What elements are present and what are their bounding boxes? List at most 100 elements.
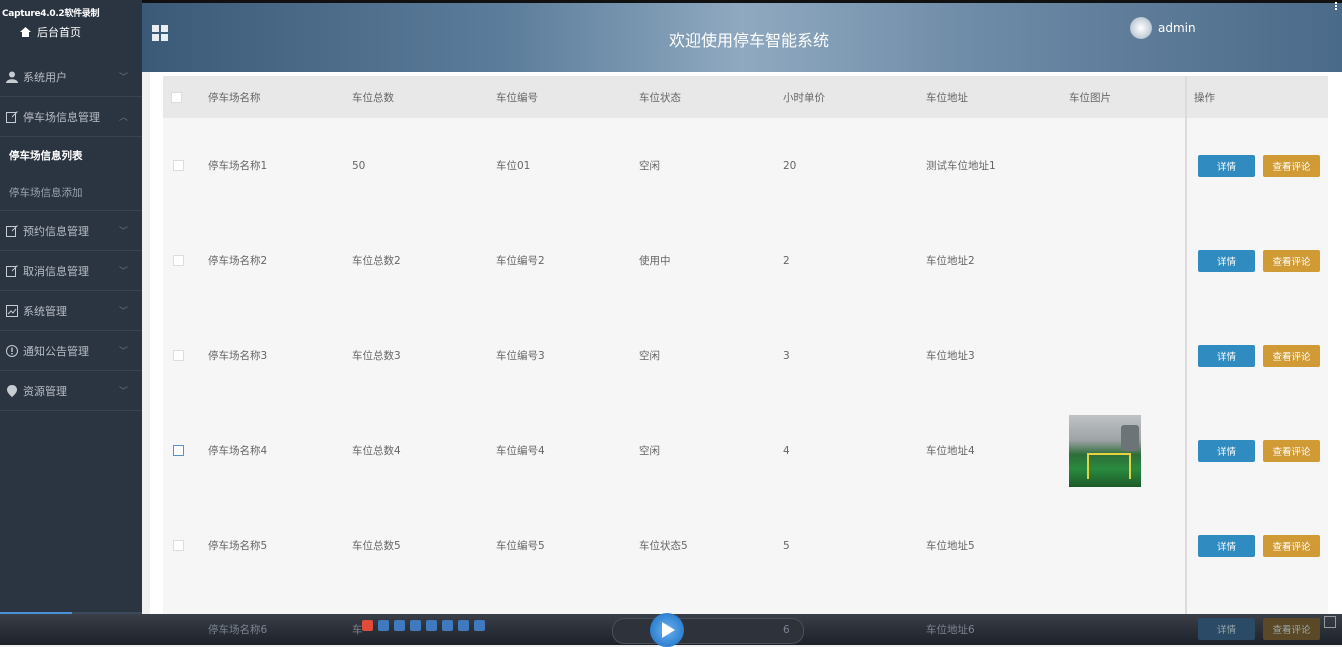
dot-icon[interactable]	[394, 620, 405, 631]
table-row: 停车场名称4 车位总数4 车位编号4 空闲 4 车位地址4 详情 查看评论	[163, 403, 1328, 499]
column-header: 车位编号	[496, 91, 538, 104]
sidebar-home-link[interactable]: 后台首页	[20, 24, 81, 40]
parking-photo[interactable]	[1069, 414, 1141, 487]
view-comments-button[interactable]: 查看评论	[1263, 154, 1320, 177]
view-comments-button[interactable]: 查看评论	[1263, 534, 1320, 557]
sidebar-menu: 系统用户 ﹀ 停车场信息管理 ︿ 停车场信息列表 停车场信息添加 预约信息管理 …	[0, 57, 142, 411]
view-comments-button[interactable]: 查看评论	[1263, 344, 1320, 367]
sidebar-item-cancellation[interactable]: 取消信息管理 ﹀	[0, 251, 142, 291]
record-icon[interactable]	[362, 620, 373, 631]
main-content: 停车场名称 车位总数 车位编号 车位状态 小时单价 车位地址 车位图片 操作 停…	[150, 72, 1342, 645]
gear-icon[interactable]	[474, 620, 485, 631]
table-header: 停车场名称 车位总数 车位编号 车位状态 小时单价 车位地址 车位图片 操作	[163, 76, 1328, 119]
user-menu[interactable]: admin	[1130, 17, 1196, 39]
cell-number: 车位编号3	[496, 350, 545, 362]
chevron-up-icon: ︿	[118, 113, 128, 123]
tool-icon[interactable]	[458, 620, 469, 631]
chevron-down-icon: ﹀	[118, 227, 128, 237]
table-row: 停车场名称3 车位总数3 车位编号3 空闲 3 车位地址3 详情 查看评论	[163, 308, 1328, 404]
detail-button[interactable]: 详情	[1198, 534, 1255, 557]
edit-icon	[6, 110, 18, 123]
chevron-down-icon: ﹀	[118, 73, 128, 83]
sidebar-item-label: 预约信息管理	[23, 224, 89, 238]
sidebar-item-system-management[interactable]: 系统管理 ﹀	[0, 291, 142, 331]
sidebar-item-system-users[interactable]: 系统用户 ﹀	[0, 57, 142, 97]
cell-price: 4	[783, 444, 790, 457]
cell-status: 使用中	[639, 255, 671, 267]
keyboard-icon[interactable]	[410, 620, 421, 631]
detail-button[interactable]: 详情	[1198, 344, 1255, 367]
resize-icon[interactable]	[1324, 616, 1336, 628]
sidebar-item-parking-info[interactable]: 停车场信息管理 ︿	[0, 97, 142, 137]
cell-price: 2	[783, 254, 790, 267]
language-icon[interactable]	[378, 620, 389, 631]
top-header: 欢迎使用停车智能系统 admin	[142, 0, 1342, 72]
cell-status: 空闲	[639, 160, 660, 172]
cell-total: 车位总数2	[352, 255, 401, 267]
row-checkbox[interactable]	[173, 350, 184, 361]
cell-number: 车位编号5	[496, 540, 545, 552]
sidebar-item-reservation[interactable]: 预约信息管理 ﹀	[0, 211, 142, 251]
play-button[interactable]	[650, 613, 684, 647]
cell-address: 车位地址4	[926, 445, 975, 457]
column-header: 操作	[1194, 91, 1215, 104]
cell-total: 车位总数4	[352, 445, 401, 457]
sidebar-item-label: 资源管理	[23, 384, 67, 398]
cell-name: 停车场名称5	[208, 540, 268, 552]
cell-number: 车位01	[496, 160, 531, 172]
recorder-tools	[362, 620, 485, 631]
row-checkbox[interactable]	[173, 160, 184, 171]
shirt-icon[interactable]	[426, 620, 437, 631]
sidebar-item-label: 停车场信息管理	[23, 110, 100, 124]
cell-address: 车位地址3	[926, 350, 975, 362]
sidebar-subitem-parking-list[interactable]: 停车场信息列表	[0, 137, 142, 174]
cell-number: 车位编号4	[496, 445, 545, 457]
sidebar: Capture4.0.2软件录制 后台首页 系统用户 ﹀ 停车场信息管理 ︿ 停…	[0, 0, 142, 645]
edit-icon	[6, 224, 18, 237]
column-header: 车位图片	[1069, 91, 1111, 104]
detail-button[interactable]: 详情	[1198, 249, 1255, 272]
view-comments-button[interactable]: 查看评论	[1263, 439, 1320, 462]
chevron-down-icon: ﹀	[118, 307, 128, 317]
row-checkbox[interactable]	[173, 255, 184, 266]
cell-status: 车位状态5	[639, 540, 688, 552]
view-comments-button[interactable]: 查看评论	[1263, 249, 1320, 272]
more-vertical-icon[interactable]	[1335, 2, 1340, 10]
sidebar-item-label: 取消信息管理	[23, 264, 89, 278]
settings-icon[interactable]	[442, 620, 453, 631]
partial-row-price: 6	[783, 623, 790, 636]
select-all-checkbox[interactable]	[171, 91, 182, 103]
table-row: 停车场名称2 车位总数2 车位编号2 使用中 2 车位地址2 详情 查看评论	[163, 213, 1328, 309]
row-checkbox[interactable]	[173, 540, 184, 551]
sidebar-subitem-parking-add[interactable]: 停车场信息添加	[0, 174, 142, 211]
detail-button[interactable]: 详情	[1198, 439, 1255, 462]
row-checkbox[interactable]	[173, 445, 184, 456]
cell-name: 停车场名称1	[208, 160, 268, 172]
cell-name: 停车场名称2	[208, 255, 268, 267]
column-header: 车位总数	[352, 91, 394, 104]
chevron-down-icon: ﹀	[118, 387, 128, 397]
table-row: 停车场名称5 车位总数5 车位编号5 车位状态5 5 车位地址5 详情 查看评论	[163, 498, 1328, 594]
cell-price: 3	[783, 349, 790, 362]
sidebar-item-label: 系统管理	[23, 304, 67, 318]
playback-controls[interactable]	[612, 618, 804, 644]
cell-status: 空闲	[639, 350, 660, 362]
chevron-down-icon: ﹀	[118, 267, 128, 277]
cell-name: 停车场名称4	[208, 445, 268, 457]
avatar	[1130, 17, 1152, 39]
window-top-border	[142, 0, 1342, 3]
sidebar-item-resources[interactable]: 资源管理 ﹀	[0, 371, 142, 411]
view-comments-button[interactable]: 查看评论	[1263, 618, 1320, 640]
cell-name: 停车场名称3	[208, 350, 268, 362]
detail-button[interactable]: 详情	[1198, 618, 1255, 640]
cell-address: 车位地址5	[926, 540, 975, 552]
chevron-down-icon: ﹀	[118, 347, 128, 357]
recorder-watermark: Capture4.0.2软件录制	[2, 9, 100, 19]
sidebar-home-label: 后台首页	[37, 26, 81, 39]
cell-price: 20	[783, 159, 797, 172]
sidebar-item-notice[interactable]: 通知公告管理 ﹀	[0, 331, 142, 371]
user-icon	[6, 71, 18, 83]
column-header: 车位地址	[926, 91, 968, 104]
username: admin	[1158, 21, 1196, 35]
detail-button[interactable]: 详情	[1198, 154, 1255, 177]
